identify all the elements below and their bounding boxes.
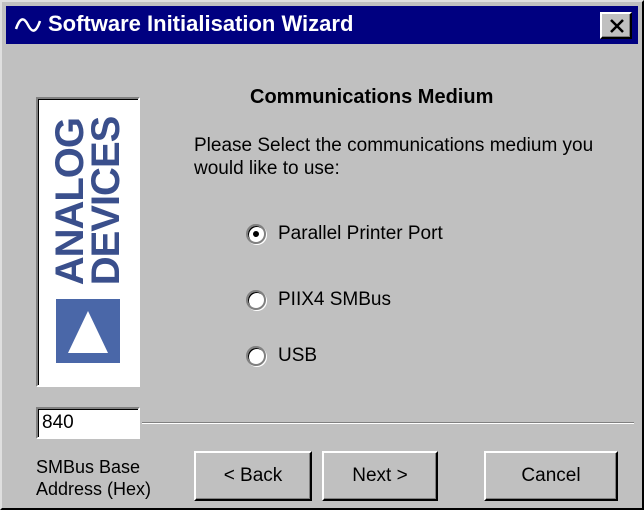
smbus-address-label: SMBus Base Address (Hex) [36,457,152,499]
close-icon [610,19,624,33]
radio-piix4-smbus[interactable]: PIIX4 SMBus [246,288,391,312]
next-button[interactable]: Next > [322,451,438,501]
radio-label[interactable]: Parallel Printer Port [278,223,443,245]
section-title: Communications Medium [250,86,494,108]
radio-button-icon[interactable] [246,290,266,310]
radio-label[interactable]: PIIX4 SMBus [278,289,391,311]
analog-devices-waveform-icon [14,15,42,35]
radio-button-icon[interactable] [246,224,266,244]
company-logo: ANALOG DEVICES [36,97,140,387]
window-title: Software Initialisation Wizard [48,11,354,36]
radio-parallel-printer-port[interactable]: Parallel Printer Port [246,222,443,246]
separator-line [142,422,634,424]
logo-text: ANALOG DEVICES [48,116,128,286]
radio-usb[interactable]: USB [246,344,317,368]
logo-line-devices: DEVICES [84,116,128,286]
title-bar[interactable]: Software Initialisation Wizard [6,6,638,44]
back-button[interactable]: < Back [194,451,312,501]
wizard-window: Software Initialisation Wizard ANALOG DE… [0,0,644,510]
cancel-button[interactable]: Cancel [484,451,618,501]
smbus-address-input[interactable] [36,407,140,439]
radio-label[interactable]: USB [278,345,317,367]
logo-triangle-icon [56,299,120,363]
instruction-text: Please Select the communications medium … [194,135,594,179]
radio-selected-dot [253,231,259,237]
logo-line-analog: ANALOG [48,117,92,286]
close-button[interactable] [600,12,632,39]
radio-button-icon[interactable] [246,346,266,366]
